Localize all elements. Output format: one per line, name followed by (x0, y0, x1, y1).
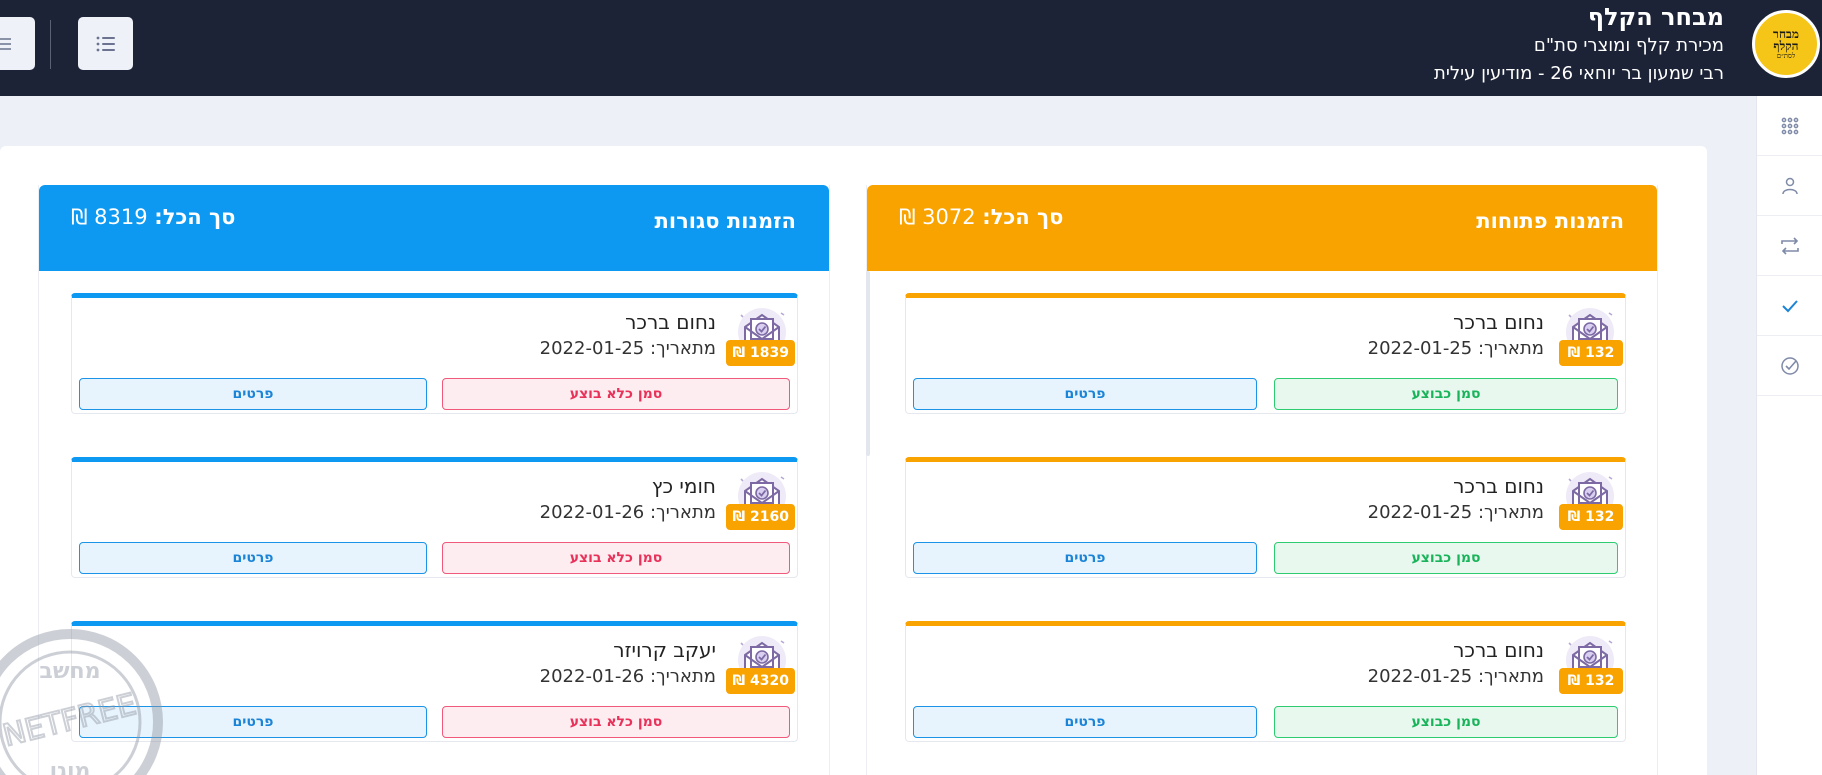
sidebar-item-check-circle[interactable] (1757, 336, 1822, 396)
customer-name: יעקב קרויזר (613, 638, 716, 662)
watermark-text-mid: NETFREE (0, 687, 140, 754)
customer-name: נחום ברכר (1453, 638, 1544, 662)
closed-orders-total: סך הכל: 8319 ₪ (71, 205, 235, 229)
check-icon (1782, 299, 1798, 312)
app-title: מבחר הקלף (1587, 3, 1724, 31)
order-date: מתאריך: 2022-01-25 (1367, 502, 1544, 523)
sidebar-item-check[interactable] (1757, 276, 1822, 336)
mark-status-button[interactable]: סמן כבוצע (1274, 378, 1618, 410)
brand-logo[interactable]: מבחר הקלף לסת״ם (1752, 10, 1820, 78)
icon-sidebar (1756, 96, 1822, 775)
netfree-watermark: מחשב NETFREE מוגן (0, 629, 163, 775)
order-date: מתאריך: 2022-01-25 (1367, 666, 1544, 687)
check-circle-icon (1781, 356, 1799, 375)
order-price-badge: 132 ₪ (1559, 668, 1623, 694)
sidebar-item-apps[interactable] (1757, 96, 1822, 156)
order-card: נחום ברכר מתאריך: 2022-01-25 1839 ₪ סמן … (71, 293, 798, 414)
transfer-icon (1781, 236, 1799, 255)
top-header: מבחר הקלף מכירת קלף ומוצרי סת"ם רבי שמעו… (0, 0, 1822, 96)
customer-name: נחום ברכר (1453, 310, 1544, 334)
list-icon (96, 36, 115, 51)
customer-name: נחום ברכר (1453, 474, 1544, 498)
order-card: נחום ברכר מתאריך: 2022-01-25 132 ₪ סמן כ… (905, 457, 1626, 578)
brand-block: מבחר הקלף מכירת קלף ומוצרי סת"ם רבי שמעו… (1434, 2, 1724, 88)
closed-orders-title: הזמנות סגורות (654, 209, 796, 233)
details-button[interactable]: פרטים (913, 542, 1257, 574)
order-price-badge: 4320 ₪ (726, 668, 795, 694)
open-orders-scrollbar[interactable] (866, 271, 870, 456)
order-price-badge: 132 ₪ (1559, 504, 1623, 530)
order-price-badge: 1839 ₪ (726, 340, 795, 366)
menu-icon (0, 37, 11, 50)
order-card: נחום ברכר מתאריך: 2022-01-25 132 ₪ סמן כ… (905, 621, 1626, 742)
closed-orders-total-label: סך הכל: (154, 205, 236, 229)
menu-button-partial[interactable] (0, 17, 35, 70)
details-button[interactable]: פרטים (913, 706, 1257, 738)
user-icon (1782, 177, 1798, 194)
customer-name: נחום ברכר (625, 310, 716, 334)
open-orders-total: סך הכל: 3072 ₪ (899, 205, 1063, 229)
closed-orders-total-value: 8319 ₪ (71, 205, 148, 229)
logo-text-sub: לסת״ם (1776, 51, 1796, 60)
order-card: נחום ברכר מתאריך: 2022-01-25 132 ₪ סמן כ… (905, 293, 1626, 414)
closed-orders-header: הזמנות סגורות סך הכל: 8319 ₪ (39, 185, 829, 271)
mark-status-button[interactable]: סמן כלא בוצע (442, 542, 790, 574)
order-price-badge: 132 ₪ (1559, 340, 1623, 366)
watermark-text-bottom: מוגן (50, 759, 91, 775)
open-orders-title: הזמנות פתוחות (1476, 209, 1624, 233)
details-button[interactable]: פרטים (913, 378, 1257, 410)
order-date: מתאריך: 2022-01-25 (1367, 338, 1544, 359)
open-orders-header: הזמנות פתוחות סך הכל: 3072 ₪ (867, 185, 1657, 271)
open-orders-panel: הזמנות פתוחות סך הכל: 3072 ₪ נחום ברכר מ… (866, 185, 1658, 775)
order-card: יעקב קרויזר מתאריך: 2022-01-26 4320 ₪ סמ… (71, 621, 798, 742)
open-orders-total-value: 3072 ₪ (899, 205, 976, 229)
details-button[interactable]: פרטים (79, 378, 427, 410)
sidebar-item-user[interactable] (1757, 156, 1822, 216)
watermark-text-top: מחשב (39, 659, 100, 684)
order-date: מתאריך: 2022-01-26 (539, 502, 716, 523)
mark-status-button[interactable]: סמן כלא בוצע (442, 378, 790, 410)
logo-text-1: מבחר (1773, 26, 1799, 41)
list-menu-button[interactable] (78, 17, 133, 70)
header-divider (50, 20, 51, 69)
app-address: רבי שמעון בר יוחאי 26 - מודיעין עילית (1434, 63, 1724, 84)
order-price-badge: 2160 ₪ (726, 504, 795, 530)
mark-status-button[interactable]: סמן כבוצע (1274, 706, 1618, 738)
order-date: מתאריך: 2022-01-26 (539, 666, 716, 687)
open-orders-total-label: סך הכל: (982, 205, 1064, 229)
details-button[interactable]: פרטים (79, 542, 427, 574)
order-date: מתאריך: 2022-01-25 (539, 338, 716, 359)
apps-grid-icon (1781, 117, 1799, 134)
logo-text-2: הקלף (1773, 38, 1799, 53)
app-subtitle: מכירת קלף ומוצרי סת"ם (1533, 35, 1724, 56)
mark-status-button[interactable]: סמן כבוצע (1274, 542, 1618, 574)
sidebar-item-transfer[interactable] (1757, 216, 1822, 276)
order-card: חומי כץ מתאריך: 2022-01-26 2160 ₪ סמן כל… (71, 457, 798, 578)
customer-name: חומי כץ (651, 474, 716, 498)
mark-status-button[interactable]: סמן כלא בוצע (442, 706, 790, 738)
